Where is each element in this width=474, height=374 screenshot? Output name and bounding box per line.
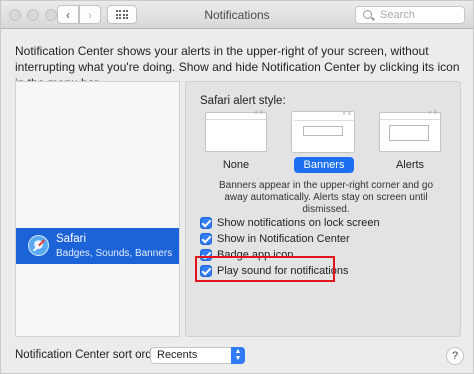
sort-order-select[interactable]: Recents ▲ ▼ xyxy=(150,347,245,364)
sort-order-label: Notification Center sort order: xyxy=(15,349,166,361)
alert-style-description: Banners appear in the upper-right corner… xyxy=(218,180,434,215)
style-alerts-preview[interactable] xyxy=(379,110,441,152)
lock-screen-checkbox[interactable] xyxy=(200,216,212,229)
title-bar: ‹ › Notifications Search xyxy=(1,1,473,29)
style-banners-preview[interactable] xyxy=(292,111,354,152)
settings-panel: Safari alert style: None Banners Alerts … xyxy=(185,81,461,337)
notification-center-label: Show in Notification Center xyxy=(217,232,350,245)
lock-screen-label: Show notifications on lock screen xyxy=(217,216,380,229)
style-banners-label[interactable]: Banners xyxy=(294,157,354,173)
notification-center-option[interactable]: Show in Notification Center xyxy=(200,231,350,246)
app-list[interactable]: Safari Badges, Sounds, Banners xyxy=(15,81,180,337)
updown-arrow-icon: ▲ ▼ xyxy=(231,347,245,364)
app-name: Safari xyxy=(56,233,87,245)
notification-center-checkbox[interactable] xyxy=(200,232,212,245)
search-field[interactable]: Search xyxy=(355,6,465,24)
search-icon xyxy=(363,10,372,19)
search-placeholder: Search xyxy=(380,9,415,21)
app-detail: Badges, Sounds, Banners xyxy=(56,248,173,259)
preferences-window: ‹ › Notifications Search Notification Ce… xyxy=(0,0,474,374)
help-button[interactable]: ? xyxy=(446,347,464,365)
style-none-preview[interactable] xyxy=(205,110,267,152)
style-alerts-label[interactable]: Alerts xyxy=(375,159,445,171)
safari-icon xyxy=(28,235,49,256)
alert-style-label: Safari alert style: xyxy=(200,95,286,107)
highlight-box xyxy=(195,256,335,282)
app-list-item-safari[interactable]: Safari Badges, Sounds, Banners xyxy=(16,228,179,264)
style-none-label[interactable]: None xyxy=(201,159,271,171)
lock-screen-option[interactable]: Show notifications on lock screen xyxy=(200,215,380,230)
sort-order-value: Recents xyxy=(157,349,198,361)
